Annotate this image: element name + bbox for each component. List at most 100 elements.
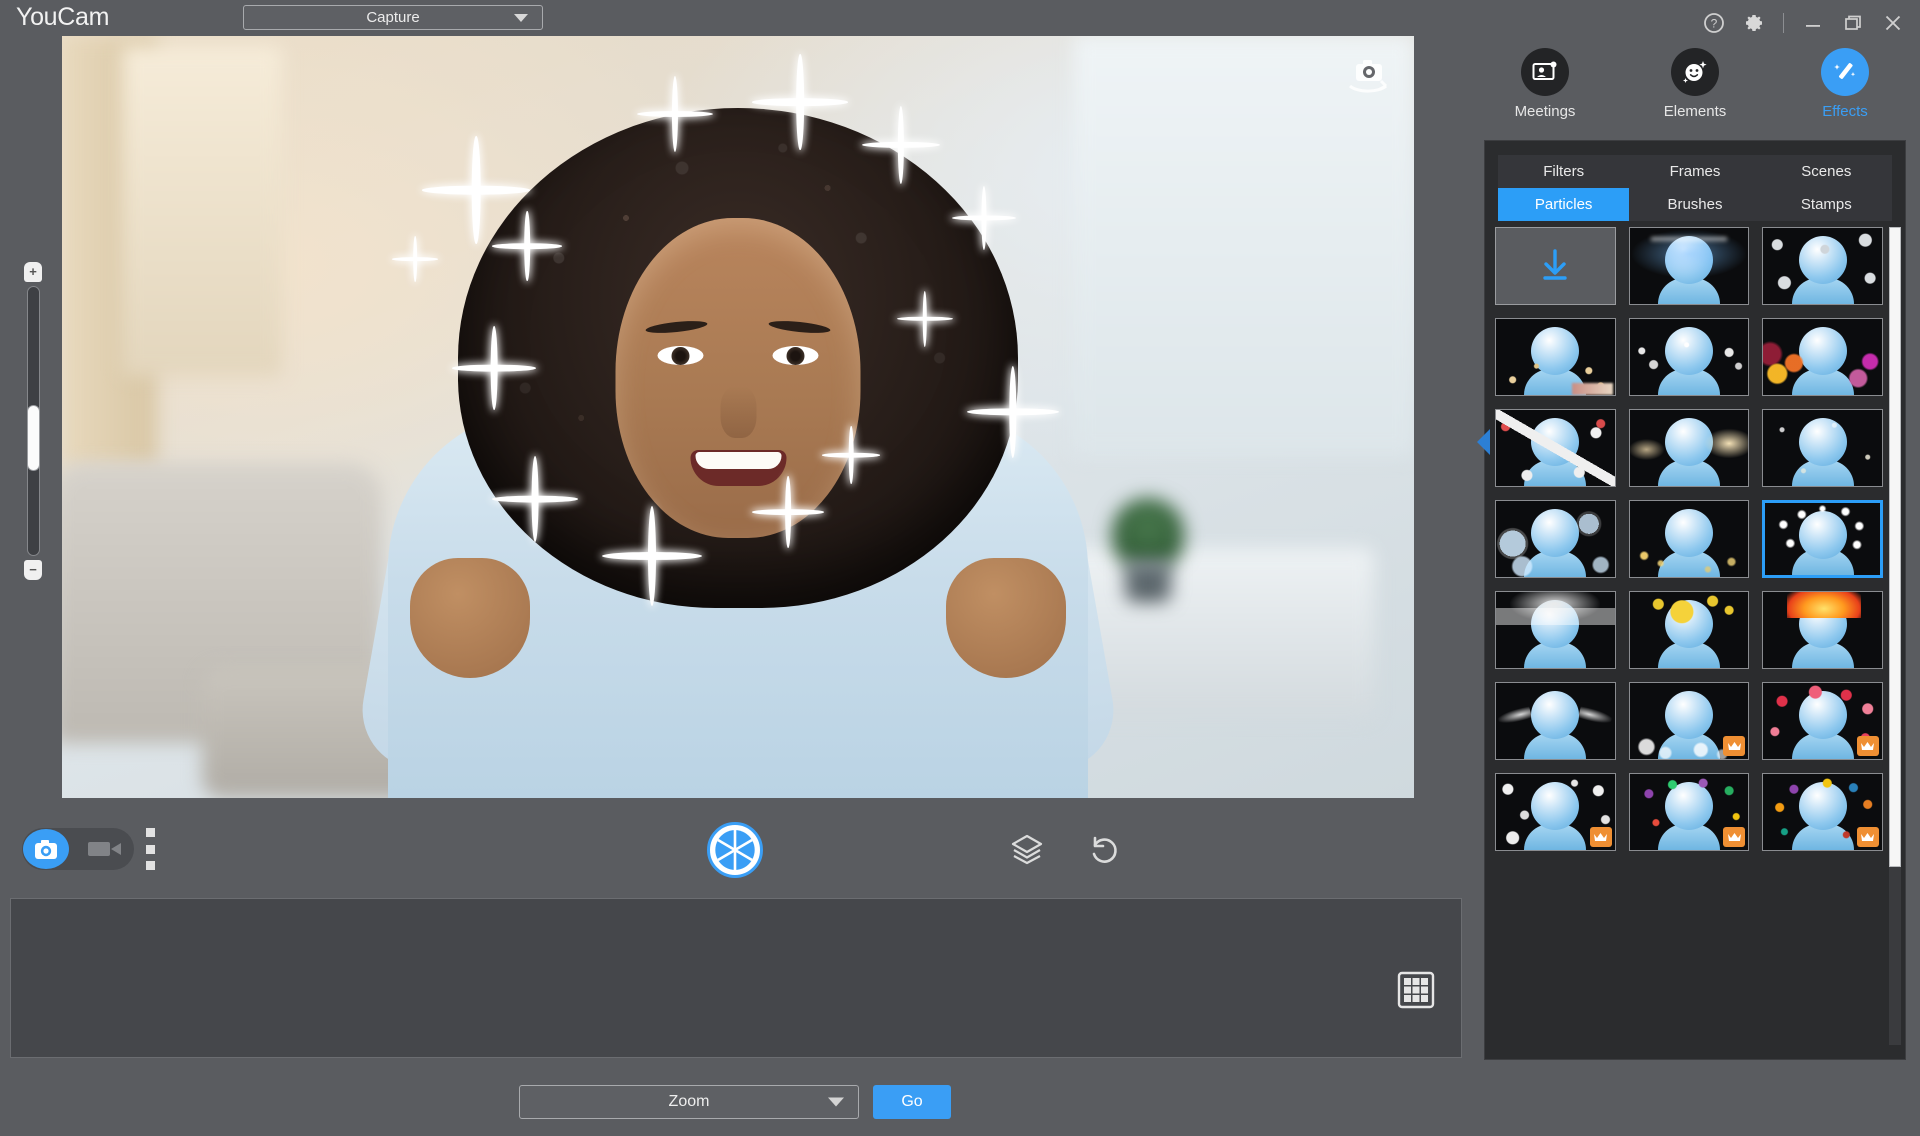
thumbnail-avatar-head xyxy=(1664,782,1713,830)
zoom-slider-thumb[interactable] xyxy=(26,404,40,471)
subtab-stamps[interactable]: Stamps xyxy=(1761,188,1892,221)
thumbnail-avatar-head xyxy=(1798,418,1847,466)
effect-thumbnail-fire-flames[interactable] xyxy=(1762,591,1883,669)
subtab-particles[interactable]: Particles xyxy=(1498,188,1630,221)
youcam-window: YouCam Capture + − Zoom Go ? Meetings El… xyxy=(0,0,1920,1136)
effect-thumbnail-snow-burst[interactable] xyxy=(1495,773,1616,851)
thumbnail-avatar-head xyxy=(1798,327,1847,375)
help-icon[interactable]: ? xyxy=(1703,12,1725,34)
settings-gear-icon[interactable] xyxy=(1743,12,1765,34)
more-options-button[interactable] xyxy=(146,828,156,870)
go-button[interactable]: Go xyxy=(873,1085,951,1119)
chevron-down-icon xyxy=(828,1097,844,1107)
grid-view-icon[interactable] xyxy=(1397,971,1435,1009)
tab-effects[interactable]: Effects xyxy=(1785,48,1905,120)
zoom-in-button[interactable]: + xyxy=(24,262,42,282)
effect-thumbnail-grid xyxy=(1495,227,1883,851)
zoom-out-button[interactable]: − xyxy=(24,560,42,580)
effects-panel-scrollbar[interactable] xyxy=(1889,227,1901,1045)
switch-camera-icon[interactable] xyxy=(1342,54,1394,96)
effect-thumbnail-color-bokeh[interactable] xyxy=(1762,318,1883,396)
effect-thumbnail-white-shards[interactable] xyxy=(1628,318,1750,396)
effect-thumbnail-red-petals[interactable] xyxy=(1762,682,1883,760)
video-mode-button[interactable] xyxy=(88,839,122,859)
effect-thumbnail-snowflakes[interactable] xyxy=(1762,227,1883,305)
thumbnail-avatar-head xyxy=(1531,327,1580,375)
premium-crown-badge xyxy=(1856,827,1879,847)
subtab-filters[interactable]: Filters xyxy=(1498,155,1629,188)
bg-plant xyxy=(1112,498,1184,568)
effect-thumbnail-soap-bubbles[interactable] xyxy=(1495,500,1616,578)
bg-window xyxy=(122,46,282,376)
right-sidebar: ? Meetings Elements Effects Filters Fram… xyxy=(1470,0,1920,1136)
download-icon xyxy=(1543,249,1568,280)
thumbnail-avatar-head xyxy=(1664,600,1713,648)
effect-thumbnail-gold-fireflies[interactable] xyxy=(1628,500,1750,578)
kebab-dot xyxy=(146,828,155,837)
title-bar: YouCam Capture xyxy=(0,0,1470,34)
bottom-bar: Zoom Go xyxy=(0,1068,1470,1136)
kebab-dot xyxy=(146,844,155,854)
thumbnail-avatar-head xyxy=(1531,782,1580,830)
close-icon[interactable] xyxy=(1882,12,1904,34)
premium-crown-badge xyxy=(1723,736,1746,756)
effect-thumbnail-angel-wings[interactable] xyxy=(1495,682,1616,760)
effects-subtabs: Filters Frames Scenes Particles Brushes … xyxy=(1498,155,1892,221)
thumbnail-avatar-head xyxy=(1798,600,1847,648)
effect-thumbnail-warm-lens-flare[interactable] xyxy=(1628,409,1750,487)
photo-mode-button[interactable] xyxy=(23,829,69,869)
effect-thumbnail-playing-cards[interactable] xyxy=(1495,409,1616,487)
collapse-panel-arrow-icon[interactable] xyxy=(1477,429,1490,455)
zoom-slider-track[interactable] xyxy=(26,286,40,556)
kebab-dot xyxy=(146,861,155,870)
tab-label: Elements xyxy=(1663,103,1727,120)
effect-thumbnail-yellow-stars[interactable] xyxy=(1628,591,1750,669)
undo-reset-icon[interactable] xyxy=(1086,832,1120,866)
restore-icon[interactable] xyxy=(1842,12,1864,34)
thumbnail-avatar-head xyxy=(1664,236,1713,284)
zoom-preset-value: Zoom xyxy=(668,1093,710,1110)
effect-thumbnail-gold-confetti[interactable] xyxy=(1495,318,1616,396)
thumbnail-avatar-head xyxy=(1531,509,1580,557)
layers-icon[interactable] xyxy=(1010,832,1044,866)
tab-elements[interactable]: Elements xyxy=(1635,48,1755,120)
effect-thumbnail-soft-dust[interactable] xyxy=(1762,409,1883,487)
effect-thumbnail-celebration-streamers[interactable] xyxy=(1762,773,1883,851)
eye-left xyxy=(657,346,704,365)
thumbnail-avatar-head xyxy=(1664,327,1713,375)
effect-thumbnail-star-sparkles[interactable] xyxy=(1762,500,1883,578)
aperture-shutter-icon xyxy=(714,829,756,871)
subtab-frames[interactable]: Frames xyxy=(1629,155,1760,188)
effect-thumbnail-blue-glow-sparkle[interactable] xyxy=(1628,227,1750,305)
preview-tools xyxy=(1010,832,1120,866)
video-preview[interactable] xyxy=(62,36,1414,798)
svg-text:?: ? xyxy=(1711,17,1718,31)
minimize-icon[interactable] xyxy=(1802,12,1824,34)
subject-face xyxy=(615,218,861,538)
scrollbar-thumb[interactable] xyxy=(1889,227,1901,867)
effect-thumbnail-party-confetti[interactable] xyxy=(1628,773,1750,851)
effect-thumbnail-download-more[interactable] xyxy=(1495,227,1616,305)
effect-thumbnail-white-bubbles[interactable] xyxy=(1628,682,1750,760)
thumbnail-avatar-head xyxy=(1798,691,1847,739)
thumbnail-avatar-head xyxy=(1664,691,1713,739)
capture-mode-select[interactable]: Capture xyxy=(243,5,543,30)
zoom-preset-select[interactable]: Zoom xyxy=(519,1085,859,1119)
subtab-scenes[interactable]: Scenes xyxy=(1761,155,1892,188)
capture-mode-toggle[interactable] xyxy=(22,828,134,870)
preview-zoom-slider[interactable]: + − xyxy=(22,262,44,580)
meetings-icon xyxy=(1521,48,1569,96)
premium-crown-badge xyxy=(1723,827,1746,847)
mouth xyxy=(690,450,786,486)
effect-thumbnail-rain-cloud[interactable] xyxy=(1495,591,1616,669)
window-controls-divider xyxy=(1783,13,1784,33)
tab-label: Meetings xyxy=(1514,103,1576,120)
effects-panel: Filters Frames Scenes Particles Brushes … xyxy=(1477,140,1906,1060)
captured-media-gallery[interactable] xyxy=(10,898,1462,1058)
window-controls: ? xyxy=(1703,8,1904,38)
shutter-button[interactable] xyxy=(707,822,763,878)
subtab-brushes[interactable]: Brushes xyxy=(1629,188,1760,221)
tab-meetings[interactable]: Meetings xyxy=(1485,48,1605,120)
bg-plant-pot xyxy=(1125,560,1171,602)
effect-thumbnail-list[interactable] xyxy=(1495,227,1883,1045)
